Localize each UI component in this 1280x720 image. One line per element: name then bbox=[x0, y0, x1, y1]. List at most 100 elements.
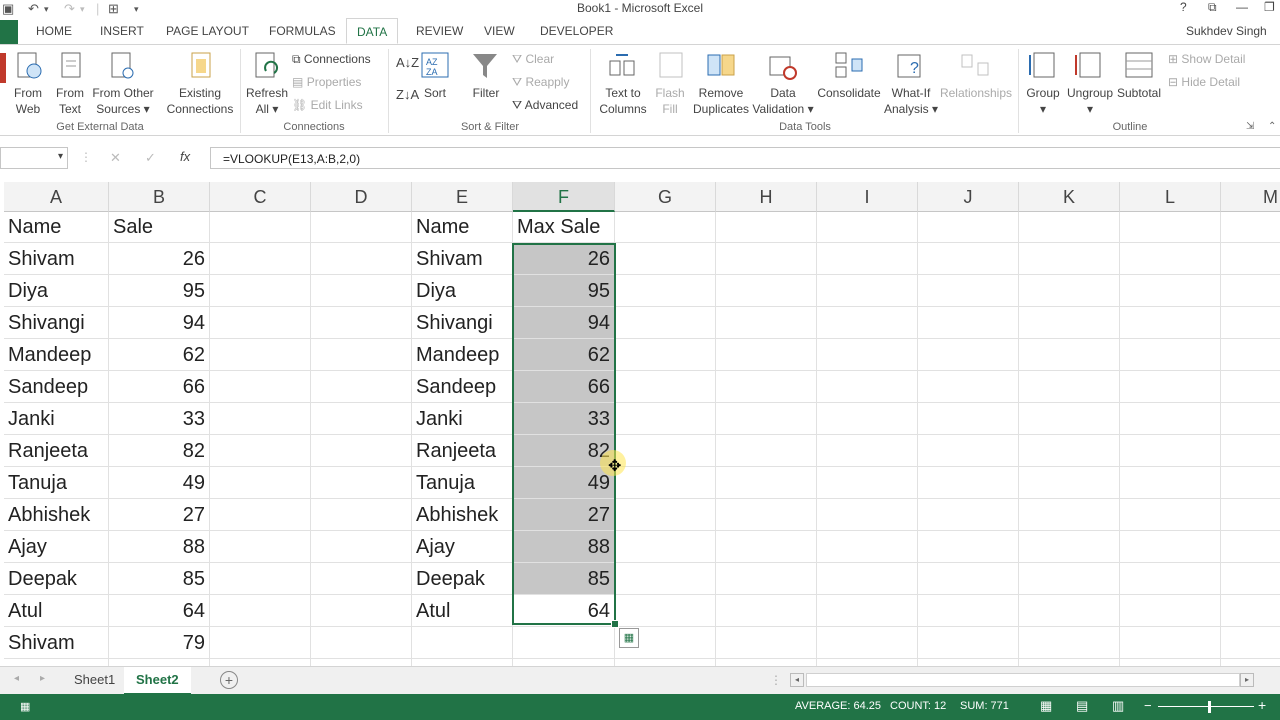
tab-formulas[interactable]: FORMULAS bbox=[269, 24, 336, 38]
max-sale-cell[interactable]: 49 bbox=[513, 467, 615, 499]
cell[interactable] bbox=[817, 595, 918, 627]
name-cell[interactable]: Atul bbox=[4, 595, 109, 627]
sale-cell[interactable]: 49 bbox=[109, 467, 210, 499]
column-title[interactable]: Name bbox=[412, 212, 513, 243]
cell[interactable] bbox=[817, 339, 918, 371]
confirm-icon[interactable]: ✓ bbox=[145, 150, 156, 166]
cell[interactable] bbox=[311, 563, 412, 595]
cell[interactable] bbox=[1120, 212, 1221, 243]
cell[interactable] bbox=[716, 659, 817, 666]
fill-handle[interactable] bbox=[611, 620, 619, 628]
cell[interactable] bbox=[311, 275, 412, 307]
cell[interactable] bbox=[412, 659, 513, 666]
max-sale-cell[interactable]: 27 bbox=[513, 499, 615, 531]
properties-button[interactable]: ▤ Properties bbox=[292, 74, 361, 90]
max-sale-cell[interactable]: 66 bbox=[513, 371, 615, 403]
cell[interactable] bbox=[817, 627, 918, 659]
max-sale-cell[interactable]: 33 bbox=[513, 403, 615, 435]
cell[interactable] bbox=[615, 307, 716, 339]
cell[interactable] bbox=[1120, 371, 1221, 403]
cell[interactable] bbox=[817, 275, 918, 307]
cell[interactable] bbox=[817, 659, 918, 666]
column-header-f[interactable]: F bbox=[513, 182, 615, 212]
sale-cell[interactable]: 62 bbox=[109, 339, 210, 371]
sale-cell[interactable]: 66 bbox=[109, 371, 210, 403]
clear-button[interactable]: ⛛ Clear bbox=[512, 51, 554, 67]
name-cell[interactable]: Sandeep bbox=[412, 371, 513, 403]
column-header-l[interactable]: L bbox=[1120, 182, 1221, 212]
name-cell[interactable]: Ranjeeta bbox=[4, 435, 109, 467]
name-cell[interactable]: Ajay bbox=[4, 531, 109, 563]
cell[interactable] bbox=[513, 627, 615, 659]
name-box-dropdown-icon[interactable]: ▾ bbox=[58, 151, 63, 162]
new-sheet-icon[interactable]: + bbox=[220, 671, 238, 689]
cell[interactable] bbox=[716, 212, 817, 243]
data-validation-button[interactable]: Data Validation ▾ bbox=[750, 85, 816, 117]
cell[interactable] bbox=[1221, 243, 1280, 275]
cell[interactable] bbox=[1120, 659, 1221, 666]
sort-z-to-a-icon[interactable]: Z↓A bbox=[396, 87, 419, 103]
normal-view-icon[interactable]: ▦ bbox=[1040, 698, 1052, 714]
subtotal-button[interactable]: Subtotal bbox=[1114, 85, 1164, 101]
cell[interactable] bbox=[1120, 435, 1221, 467]
name-cell[interactable]: Tanuja bbox=[4, 467, 109, 499]
cell[interactable] bbox=[1221, 499, 1280, 531]
tab-insert[interactable]: INSERT bbox=[100, 24, 144, 38]
cell[interactable] bbox=[615, 243, 716, 275]
cell[interactable] bbox=[918, 595, 1019, 627]
column-header-k[interactable]: K bbox=[1019, 182, 1120, 212]
cell[interactable] bbox=[918, 243, 1019, 275]
cell[interactable] bbox=[210, 659, 311, 666]
cell[interactable] bbox=[615, 499, 716, 531]
column-header-d[interactable]: D bbox=[311, 182, 412, 212]
cell[interactable] bbox=[1221, 339, 1280, 371]
cell[interactable] bbox=[210, 275, 311, 307]
edit-links-button[interactable]: ⛓ Edit Links bbox=[292, 97, 363, 113]
cell[interactable] bbox=[311, 307, 412, 339]
cell[interactable] bbox=[1221, 659, 1280, 666]
cell[interactable] bbox=[1120, 467, 1221, 499]
cell[interactable] bbox=[716, 627, 817, 659]
sale-cell[interactable]: 27 bbox=[109, 499, 210, 531]
cell[interactable] bbox=[615, 435, 716, 467]
cell[interactable] bbox=[210, 212, 311, 243]
cell[interactable] bbox=[615, 403, 716, 435]
reapply-button[interactable]: ⛛ Reapply bbox=[512, 74, 569, 90]
cell[interactable] bbox=[311, 467, 412, 499]
cell[interactable] bbox=[1120, 499, 1221, 531]
zoom-slider-thumb[interactable] bbox=[1208, 701, 1211, 713]
sale-cell[interactable]: 82 bbox=[109, 435, 210, 467]
cell[interactable] bbox=[210, 339, 311, 371]
cell[interactable] bbox=[1019, 403, 1120, 435]
cell[interactable] bbox=[817, 243, 918, 275]
group-button[interactable]: Group ▾ bbox=[1022, 85, 1064, 117]
cell[interactable] bbox=[716, 275, 817, 307]
name-cell[interactable]: Shivangi bbox=[4, 307, 109, 339]
connections-button[interactable]: ⧉ Connections bbox=[292, 51, 371, 67]
cell[interactable] bbox=[210, 627, 311, 659]
column-title[interactable]: Max Sale bbox=[513, 212, 615, 243]
cell[interactable] bbox=[1221, 307, 1280, 339]
insert-function-icon[interactable]: fx bbox=[180, 149, 190, 164]
cell[interactable] bbox=[1120, 339, 1221, 371]
sort-button[interactable]: Sort bbox=[418, 85, 452, 101]
cell[interactable] bbox=[311, 627, 412, 659]
name-cell[interactable]: Shivam bbox=[412, 243, 513, 275]
cell[interactable] bbox=[918, 212, 1019, 243]
name-cell[interactable]: Janki bbox=[4, 403, 109, 435]
cell[interactable] bbox=[615, 467, 716, 499]
column-header-c[interactable]: C bbox=[210, 182, 311, 212]
cell[interactable] bbox=[1221, 531, 1280, 563]
cell[interactable] bbox=[311, 212, 412, 243]
name-cell[interactable]: Janki bbox=[412, 403, 513, 435]
cell[interactable] bbox=[1019, 435, 1120, 467]
cell[interactable] bbox=[513, 659, 615, 666]
existing-connections-button[interactable]: Existing Connections bbox=[164, 85, 236, 117]
cell[interactable] bbox=[1120, 403, 1221, 435]
sale-cell[interactable]: 64 bbox=[109, 595, 210, 627]
column-header-h[interactable]: H bbox=[716, 182, 817, 212]
column-header-j[interactable]: J bbox=[918, 182, 1019, 212]
formula-bar-splitter[interactable]: ⋮ bbox=[80, 150, 92, 164]
cell[interactable] bbox=[918, 531, 1019, 563]
column-header-e[interactable]: E bbox=[412, 182, 513, 212]
